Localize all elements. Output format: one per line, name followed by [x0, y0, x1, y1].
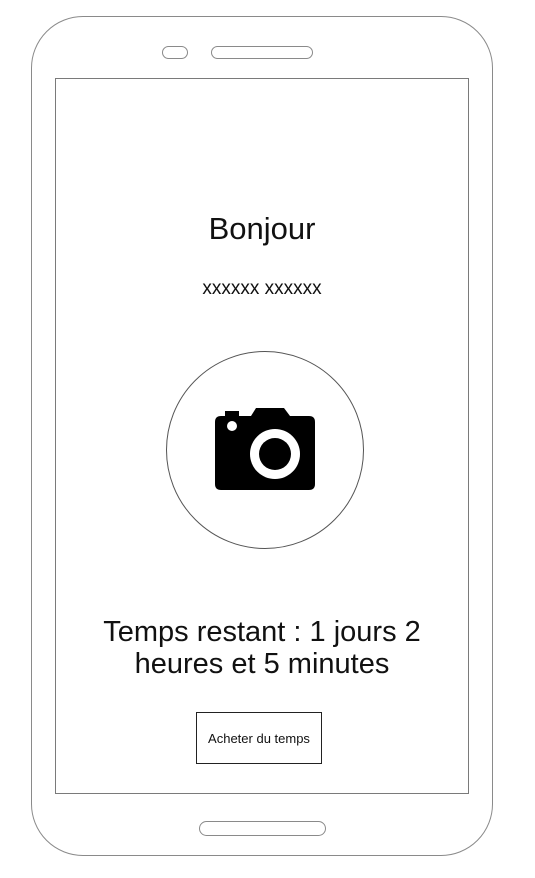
phone-speaker	[211, 46, 313, 59]
buy-time-button[interactable]: Acheter du temps	[196, 712, 322, 764]
user-name: xxxxxx xxxxxx	[202, 278, 322, 299]
profile-photo-button[interactable]	[166, 351, 364, 549]
camera-icon	[215, 408, 315, 490]
greeting-title: Bonjour	[208, 211, 316, 246]
time-remaining-text: Temps restant : 1 jours 2 heures et 5 mi…	[103, 616, 421, 680]
phone-home-button[interactable]	[199, 821, 326, 836]
app-screen: Bonjour xxxxxx xxxxxx Temps restant : 1 …	[55, 78, 469, 794]
phone-camera-dot	[162, 46, 188, 59]
